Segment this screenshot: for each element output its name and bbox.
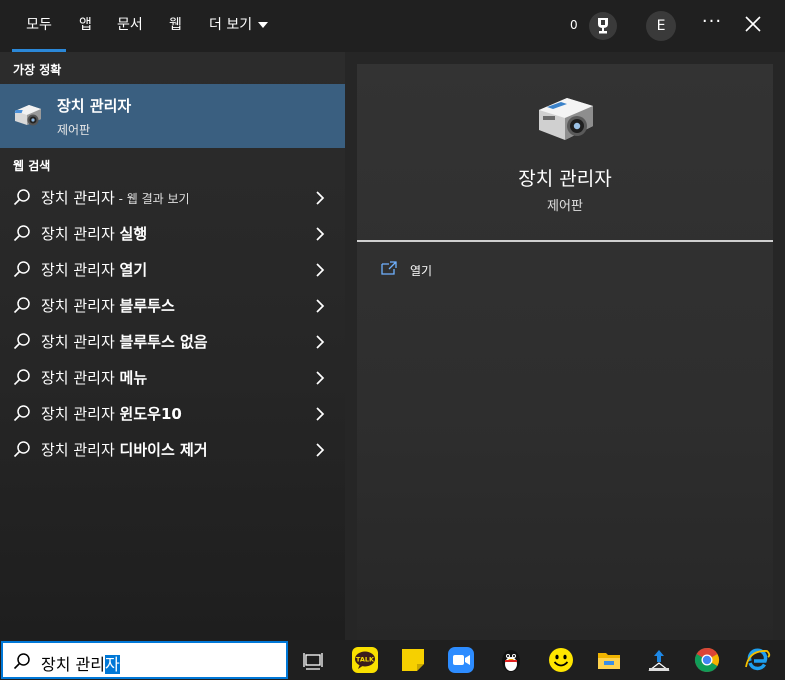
web-search-suggestion: 윈도우10 [119,405,182,423]
web-search-item[interactable]: 장치 관리자 - 웹 결과 보기 [0,179,345,215]
web-search-item-text: 장치 관리자 - 웹 결과 보기 [41,187,190,208]
rewards-points: 0 [570,18,578,32]
web-search-suggestion: 블루투스 없음 [119,333,208,351]
web-search-suggestion: 열기 [119,261,148,279]
chevron-right-icon [314,226,326,241]
web-search-query: 장치 관리자 [41,405,120,423]
search-input[interactable]: 장치 관리자 [1,641,288,679]
penguin-app-icon[interactable] [497,646,525,674]
ellipsis-icon[interactable]: ··· [700,12,724,36]
web-search-item[interactable]: 장치 관리자 윈도우10 [0,395,345,431]
rewards-trophy-icon[interactable] [589,12,617,40]
chevron-right-icon [314,442,326,457]
chevron-right-icon [314,298,326,313]
web-search-item-text: 장치 관리자 메뉴 [41,367,147,388]
best-match-subtitle: 제어판 [57,123,91,137]
web-search-item[interactable]: 장치 관리자 실행 [0,215,345,251]
detail-divider [357,240,773,242]
web-search-suggestion: 디바이스 제거 [119,441,208,459]
chevron-down-icon [258,22,269,28]
web-search-item[interactable]: 장치 관리자 열기 [0,251,345,287]
search-icon [13,652,31,670]
kakaotalk-label: TALK [356,656,375,664]
chrome-icon[interactable] [693,646,721,674]
store-app-icon[interactable] [645,646,673,674]
web-search-item-text: 장치 관리자 실행 [41,223,147,244]
zoom-icon[interactable] [447,646,475,674]
search-icon [13,440,31,458]
web-search-item[interactable]: 장치 관리자 블루투스 [0,287,345,323]
device-manager-large-icon [537,94,595,144]
kakaotalk-icon[interactable]: TALK [351,646,379,674]
search-icon [13,404,31,422]
search-icon [13,332,31,350]
search-icon [13,188,31,206]
web-search-heading: 웹 검색 [13,159,51,173]
chevron-right-icon [314,334,326,349]
search-selected-text: 자 [104,655,120,674]
tab-apps[interactable]: 앱 [79,0,92,52]
detail-title: 장치 관리자 [518,168,612,190]
search-window: 모두 앱 문서 웹 더 보기 0 E ··· 가장 정확 장치 관리자 제어판 … [0,0,785,680]
search-icon [13,224,31,242]
web-search-item[interactable]: 장치 관리자 블루투스 없음 [0,323,345,359]
chevron-right-icon [314,406,326,421]
top-bar: 모두 앱 문서 웹 더 보기 0 E ··· [0,0,785,52]
best-match-heading: 가장 정확 [13,63,62,77]
task-view-icon[interactable] [299,646,327,674]
web-search-suggestion: 블루투스 [119,297,175,315]
web-search-query: 장치 관리자 [41,189,115,207]
taskbar: 장치 관리자 TALK [0,640,785,680]
tab-web[interactable]: 웹 [169,0,182,52]
open-icon [381,260,397,275]
web-search-item-text: 장치 관리자 윈도우10 [41,403,182,424]
file-explorer-icon[interactable] [595,646,623,674]
web-search-query: 장치 관리자 [41,333,120,351]
web-search-item[interactable]: 장치 관리자 메뉴 [0,359,345,395]
web-search-query: 장치 관리자 [41,261,120,279]
tab-more-label: 더 보기 [209,17,253,33]
chevron-right-icon [314,190,326,205]
web-search-query: 장치 관리자 [41,369,120,387]
detail-panel: 장치 관리자 제어판 열기 [357,64,773,640]
chevron-right-icon [314,370,326,385]
sticky-notes-icon[interactable] [399,646,427,674]
best-match-title: 장치 관리자 [57,97,132,115]
tab-more[interactable]: 더 보기 [209,0,269,52]
internet-explorer-icon[interactable] [743,646,771,674]
web-search-suggestion: 실행 [119,225,148,243]
search-typed-text: 장치 관리 [41,655,105,674]
tab-all-label: 모두 [26,17,52,33]
close-icon[interactable] [742,13,764,35]
web-search-query: 장치 관리자 [41,297,120,315]
detail-subtitle: 제어판 [547,199,583,214]
web-search-hint: - 웹 결과 보기 [114,192,190,206]
account-avatar[interactable]: E [646,11,676,41]
open-action-label: 열기 [410,264,433,278]
search-icon [13,260,31,278]
tab-all[interactable]: 모두 [12,0,66,52]
tab-documents[interactable]: 문서 [117,0,143,52]
device-manager-icon [13,101,43,131]
search-icon [13,368,31,386]
search-icon [13,296,31,314]
results-panel: 가장 정확 장치 관리자 제어판 웹 검색 장치 관리자 - 웹 결과 보기 장치… [0,52,345,640]
web-search-item-text: 장치 관리자 블루투스 없음 [41,331,208,352]
web-search-suggestion: 메뉴 [119,369,148,387]
smiley-app-icon[interactable] [547,646,575,674]
chevron-right-icon [314,262,326,277]
web-search-item-text: 장치 관리자 열기 [41,259,147,280]
web-search-item-text: 장치 관리자 블루투스 [41,295,175,316]
web-search-item-text: 장치 관리자 디바이스 제거 [41,439,208,460]
web-search-query: 장치 관리자 [41,441,120,459]
web-search-item[interactable]: 장치 관리자 디바이스 제거 [0,431,345,467]
web-search-query: 장치 관리자 [41,225,120,243]
search-query: 장치 관리자 [41,651,120,675]
best-match-item[interactable]: 장치 관리자 제어판 [0,84,345,148]
